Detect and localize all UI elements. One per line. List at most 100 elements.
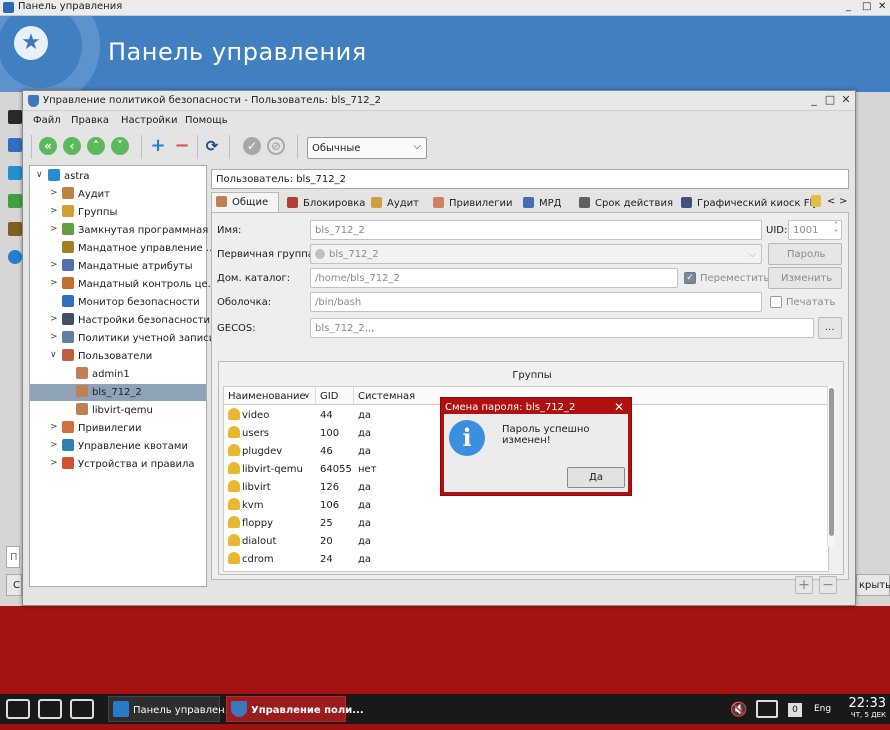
tree-item[interactable]: > Привилегии [30,420,206,437]
tree-item[interactable]: ∨ astra [30,168,206,185]
tree-item[interactable]: > Настройки безопасности [30,312,210,329]
add-group-button[interactable]: + [795,576,813,594]
category-icon[interactable] [8,194,22,208]
password-button[interactable]: Пароль [768,243,842,265]
previous-record-icon[interactable]: ‹ [63,137,81,155]
apply-icon[interactable]: ✓ [243,137,261,155]
show-desktop-icon[interactable] [6,699,30,719]
tree-item[interactable]: > Мандатные атрибуты [30,258,206,275]
keyboard-layout[interactable]: Eng [814,704,831,730]
expand-chevron-icon[interactable]: > [50,422,60,432]
scrollbar-thumb[interactable] [829,388,834,536]
tree-item[interactable]: > Мандатный контроль це... [30,276,217,293]
gecos-input[interactable]: bls_712_2,,, [310,318,814,338]
tree-item[interactable]: > Аудит [30,186,206,203]
primary-group-select[interactable]: bls_712_2 ⌵ [310,244,762,264]
tab-general[interactable]: Общие [211,192,279,213]
category-icon[interactable] [8,222,22,236]
category-icon[interactable] [8,110,22,124]
print-checkbox[interactable] [770,296,782,308]
network-icon[interactable] [756,700,778,718]
taskbar-item-control-panel[interactable]: Панель управлен... [108,696,234,722]
outer-minimize-button[interactable]: _ [846,1,851,12]
column-header-gid[interactable]: GID [316,387,354,405]
category-icon[interactable] [8,250,22,264]
table-row[interactable]: kvm 106 да [224,496,828,514]
expand-chevron-icon[interactable]: > [50,206,60,216]
mode-select[interactable]: Обычные ⌵ [307,137,427,159]
add-icon[interactable]: + [149,137,167,155]
menu-help[interactable]: Помощь [185,115,228,126]
tab-privileges[interactable]: Привилегии [433,194,517,213]
expand-chevron-icon[interactable]: > [50,440,60,450]
expand-chevron-icon[interactable]: > [50,314,60,324]
desktop-switcher-icon[interactable] [70,699,94,719]
tree-item[interactable]: > Управление квотами [30,438,206,455]
tab-expiry[interactable]: Срок действия [579,194,675,213]
name-input[interactable]: bls_712_2 [310,220,762,240]
tab-fly-kiosk[interactable]: Графический киоск Fly [681,194,818,213]
outer-close-button[interactable]: ✕ [878,1,886,12]
minimize-button[interactable]: _ [807,93,821,107]
remove-group-button[interactable]: − [819,576,837,594]
expand-chevron-icon[interactable]: ∨ [36,170,46,180]
expand-chevron-icon[interactable]: ∨ [50,350,60,360]
mute-icon[interactable]: 🔇 [730,702,750,718]
tree-item[interactable]: > Устройства и правила [30,456,206,473]
tree-item[interactable]: Монитор безопасности [30,294,206,311]
category-icon[interactable] [8,138,22,152]
expand-chevron-icon[interactable]: > [50,260,60,270]
table-row[interactable]: cdrom 24 да [224,550,828,568]
tree-item[interactable]: admin1 [30,366,206,383]
tree-item[interactable]: > Замкнутая программная ... [30,222,221,239]
shell-input[interactable]: /bin/bash [310,292,762,312]
tab-scroll-right[interactable]: > [839,196,847,207]
gecos-edit-button[interactable]: ... [818,317,842,339]
tree-item[interactable]: Мандатное управление ... [30,240,215,257]
tab-lock[interactable]: Блокировка [287,194,365,213]
clock[interactable]: 22:33 ЧТ, 5 ДЕК [849,696,886,719]
tab-audit[interactable]: Аудит [371,194,427,213]
menu-settings[interactable]: Настройки [121,115,177,126]
expand-chevron-icon[interactable]: > [50,278,60,288]
expand-chevron-icon[interactable]: > [50,458,60,468]
down-record-icon[interactable]: ˅ [111,137,129,155]
outer-close-panel-button[interactable]: крыть [856,574,890,596]
up-record-icon[interactable]: ˄ [87,137,105,155]
windows-icon[interactable] [38,699,62,719]
tree-item[interactable]: libvirt-qemu [30,402,206,419]
tree-item[interactable]: > Политики учетной записи [30,330,215,347]
first-record-icon[interactable]: « [39,137,57,155]
notification-badge[interactable]: 0 [788,703,802,717]
column-header-name[interactable]: Наименование ∨ [224,387,316,405]
outer-maximize-button[interactable]: □ [862,1,871,12]
change-button[interactable]: Изменить [768,267,842,289]
groups-scrollbar[interactable] [827,386,835,546]
category-icon[interactable] [8,166,22,180]
tree-item[interactable]: bls_712_2 [30,384,206,401]
refresh-icon[interactable]: ⟳ [203,137,221,155]
home-dir-input[interactable]: /home/bls_712_2 [310,268,678,288]
tree-item[interactable]: > Группы [30,204,206,221]
close-button[interactable]: ✕ [839,93,853,107]
maximize-button[interactable]: □ [823,93,837,107]
menu-file[interactable]: Файл [33,115,61,126]
uid-spinbox[interactable]: 1001 ˄ ˅ [788,220,842,240]
ok-button[interactable]: Да [567,467,625,488]
expand-chevron-icon[interactable]: > [50,188,60,198]
remove-icon[interactable]: − [173,137,191,155]
outer-search-input[interactable]: П [6,546,20,568]
expand-chevron-icon[interactable]: > [50,224,60,234]
expand-chevron-icon[interactable]: > [50,332,60,342]
move-home-checkbox[interactable]: ✓ [684,272,696,284]
table-row[interactable]: dialout 20 да [224,532,828,550]
cancel-icon[interactable]: ⊘ [267,137,285,155]
menu-edit[interactable]: Правка [71,115,109,126]
outer-left-button[interactable]: С [6,574,22,596]
dialog-close-icon[interactable]: ✕ [614,400,624,414]
tree-item[interactable]: ∨ Пользователи [30,348,206,365]
table-row[interactable]: floppy 25 да [224,514,828,532]
tab-mrd[interactable]: МРД [523,194,573,213]
tab-scroll-left[interactable]: < [827,196,835,207]
taskbar-item-security-policy[interactable]: Управление поли... [226,696,364,722]
